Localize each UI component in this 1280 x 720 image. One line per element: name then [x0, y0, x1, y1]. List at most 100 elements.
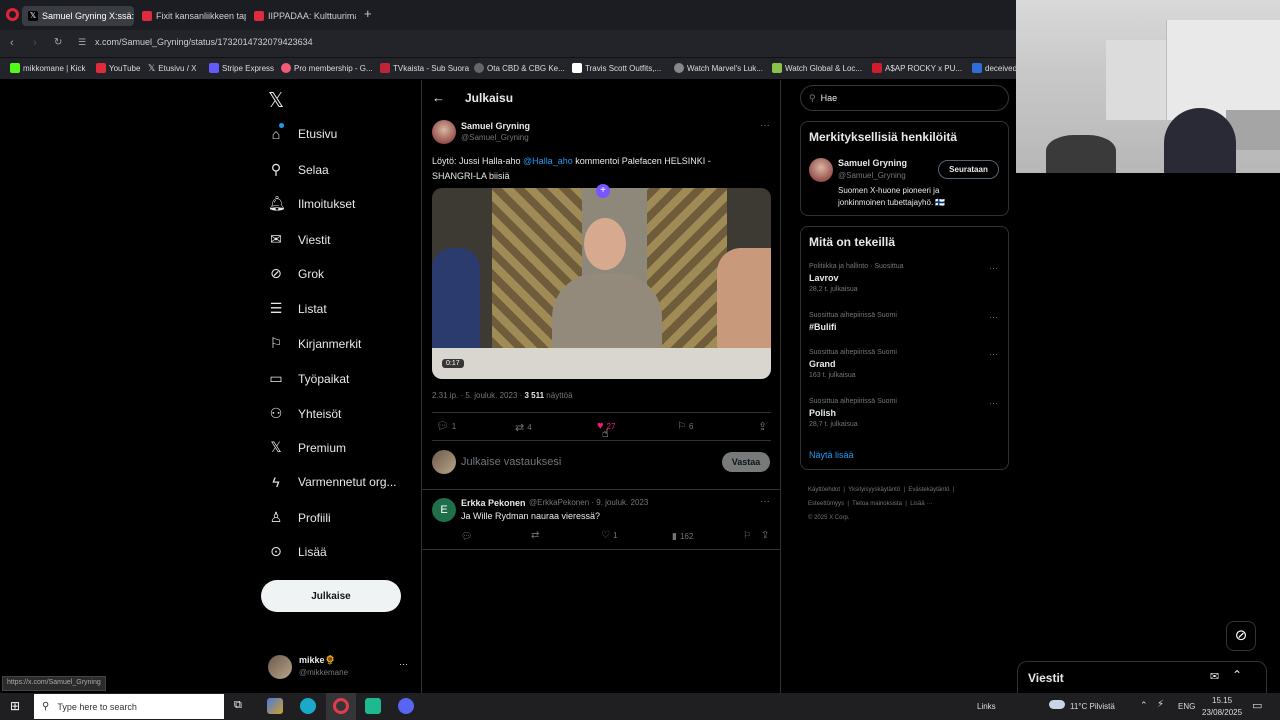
reply-author-name[interactable]: Erkka Pekonen	[461, 498, 526, 508]
bookmark-item[interactable]: Stripe Express	[209, 63, 274, 73]
avatar[interactable]: E	[432, 498, 456, 522]
more-icon[interactable]: ···	[760, 120, 770, 131]
more-icon[interactable]: ···	[760, 496, 770, 507]
bookmark-button[interactable]: ⚐	[743, 530, 751, 541]
share-button[interactable]: ⇪	[761, 530, 769, 541]
app-icon[interactable]	[365, 698, 381, 714]
back-arrow-icon[interactable]: ←	[432, 90, 445, 105]
sidebar-item-selaa[interactable]: ⚲ Selaa	[268, 161, 329, 178]
footer-link[interactable]: Evästekäytäntö	[908, 487, 949, 493]
back-icon[interactable]: ‹	[10, 37, 14, 49]
globe-icon	[674, 63, 684, 73]
sidebar-item-etusivu[interactable]: ⌂ Etusivu	[268, 126, 338, 142]
like-button[interactable]: ♡ 1	[601, 530, 617, 541]
reply-input[interactable]: Julkaise vastauksesi	[461, 456, 561, 468]
clock-date[interactable]: 23/08/2025	[1202, 708, 1242, 717]
tweet-video[interactable]: 0:17	[432, 188, 771, 379]
browser-tab[interactable]: IIPPADAA: Kulttuurimatk	[248, 6, 356, 26]
sidebar-item-tyopaikat[interactable]: ▭ Työpaikat	[268, 370, 349, 387]
bookmark-item[interactable]: Travis Scott Outfits,...	[572, 63, 661, 73]
url-field[interactable]: x.com/Samuel_Gryning/status/173201473207…	[95, 37, 313, 47]
chevron-up-icon[interactable]: ⌃	[1140, 700, 1148, 711]
bookmark-button[interactable]: ⚐ 6	[677, 421, 693, 432]
bookmark-item[interactable]: Ota CBD & CBG Ke...	[474, 63, 565, 73]
retweet-button[interactable]: ⇄	[531, 530, 539, 541]
tweet-author-name[interactable]: Samuel Gryning	[461, 121, 530, 131]
grok-fab[interactable]: ⊘	[1226, 621, 1256, 651]
bookmark-item[interactable]: Watch Global & Loc...	[772, 63, 862, 73]
bookmark-item[interactable]: mikkomane | Kick	[10, 63, 86, 73]
footer-links: Käyttöehdot | Yksityisyyskäytäntö | Eväs…	[808, 487, 955, 521]
forward-icon[interactable]: ›	[33, 37, 37, 49]
bookmark-item[interactable]: TVkaista - Sub Suora	[380, 63, 469, 73]
sidebar-item-viestit[interactable]: ✉ Viestit	[268, 231, 330, 248]
search-input[interactable]: ⚲ Hae	[800, 85, 1009, 111]
views-button[interactable]: ▮ 162	[672, 531, 693, 542]
mention-link[interactable]: @Halla_aho	[523, 156, 573, 166]
footer-link[interactable]: Yksityisyyskäytäntö	[848, 487, 900, 493]
language-indicator[interactable]: ENG	[1178, 702, 1195, 711]
task-view-icon[interactable]: ⧉	[234, 699, 242, 712]
new-message-icon[interactable]: ✉	[1210, 670, 1219, 683]
chevron-up-icon[interactable]: ⌃	[1232, 668, 1242, 682]
trend-item[interactable]: Suosittua aihepiirissä Suomi Polish 28,7…	[809, 398, 897, 428]
show-more-link[interactable]: Näytä lisää	[809, 450, 854, 460]
reload-icon[interactable]: ↻	[54, 37, 62, 48]
sidebar-item-kirjanmerkit[interactable]: ⚐ Kirjanmerkit	[268, 335, 362, 352]
tweet-author-handle[interactable]: @Samuel_Gryning	[461, 133, 529, 142]
sidebar-item-yhteisot[interactable]: ⚇ Yhteisöt	[268, 405, 342, 422]
edge-icon[interactable]	[300, 698, 316, 714]
more-icon[interactable]: ···	[989, 263, 998, 273]
footer-link[interactable]: Esteettömyys	[808, 501, 844, 507]
avatar[interactable]	[432, 120, 456, 144]
bookmark-item[interactable]: Watch Marvel's Luk...	[674, 63, 763, 73]
notifications-icon[interactable]: ▭	[1252, 699, 1262, 712]
bookmark-item[interactable]: Pro membership - G...	[281, 63, 373, 73]
follow-button[interactable]: Seurataan	[938, 160, 999, 179]
bookmark-item[interactable]: 𝕏 Etusivu / X	[148, 63, 197, 74]
post-button[interactable]: Julkaise	[261, 580, 401, 612]
x-favicon-icon: 𝕏	[28, 11, 38, 21]
sidebar-item-listat[interactable]: ☰ Listat	[268, 300, 327, 317]
reply-button[interactable]: 💬︎ 1	[436, 421, 456, 432]
bookmark-item[interactable]: YouTube	[96, 63, 140, 73]
who-name[interactable]: Samuel Gryning	[838, 158, 907, 168]
trend-item[interactable]: Politiikka ja hallinto · Suosittua Lavro…	[809, 263, 904, 293]
reply-button[interactable]: 💬︎	[461, 531, 472, 542]
retweet-button[interactable]: ⇄ 4	[515, 421, 532, 434]
bookmark-item[interactable]: deceived	[972, 63, 1017, 73]
footer-link[interactable]: Lisää ···	[910, 501, 932, 507]
trend-item[interactable]: Suosittua aihepiirissä Suomi #Bulifi	[809, 312, 897, 332]
weather-widget[interactable]: 11°C Pilvistä	[1070, 702, 1115, 711]
more-icon[interactable]: ···	[989, 349, 998, 359]
share-button[interactable]: ⇪	[758, 420, 767, 433]
taskbar-search-input[interactable]: ⚲ Type here to search	[34, 694, 224, 719]
avatar[interactable]	[809, 158, 833, 182]
browser-tab[interactable]: Fixit kansanliikkeen tapah	[136, 6, 246, 26]
footer-link[interactable]: Tietoa mainoksista	[852, 501, 902, 507]
links-toolbar[interactable]: Links	[977, 702, 996, 711]
sidebar-item-premium[interactable]: 𝕏 Premium	[268, 439, 346, 456]
sidebar-item-ilmoitukset[interactable]: 🔔︎ Ilmoitukset	[268, 195, 355, 212]
sidebar-item-lisaa[interactable]: ⊙ Lisää	[268, 543, 327, 560]
network-icon[interactable]: ⚡	[1157, 699, 1164, 710]
app-icon[interactable]	[267, 698, 283, 714]
discord-icon[interactable]	[398, 698, 414, 714]
sidebar-item-varmennetut[interactable]: ϟ Varmennetut org...	[268, 474, 396, 490]
reply-submit-button[interactable]: Vastaa	[722, 452, 770, 472]
sidebar-item-grok[interactable]: ⊘ Grok	[268, 265, 324, 282]
account-switcher[interactable]: mikke🌻 @mikkemane ···	[268, 654, 410, 682]
more-icon[interactable]: ···	[989, 312, 998, 322]
x-logo-icon[interactable]: 𝕏	[268, 88, 284, 113]
trend-item[interactable]: Suosittua aihepiirissä Suomi Grand 163 t…	[809, 349, 897, 379]
browser-tab[interactable]: 𝕏 Samuel Gryning X:ssä: "L	[22, 6, 134, 26]
new-tab-button[interactable]: +	[364, 6, 372, 21]
bookmark-item[interactable]: A$AP ROCKY x PU...	[872, 63, 962, 73]
sidebar-item-profiili[interactable]: ♙ Profiili	[268, 509, 331, 526]
windows-start-icon[interactable]: ⊞	[10, 699, 20, 713]
footer-link[interactable]: Käyttöehdot	[808, 487, 840, 493]
messages-drawer[interactable]: Viestit ✉ ⌃	[1017, 661, 1267, 693]
opera-logo-icon[interactable]	[6, 8, 19, 21]
clock-time[interactable]: 15.15	[1212, 696, 1232, 705]
more-icon[interactable]: ···	[989, 398, 998, 408]
